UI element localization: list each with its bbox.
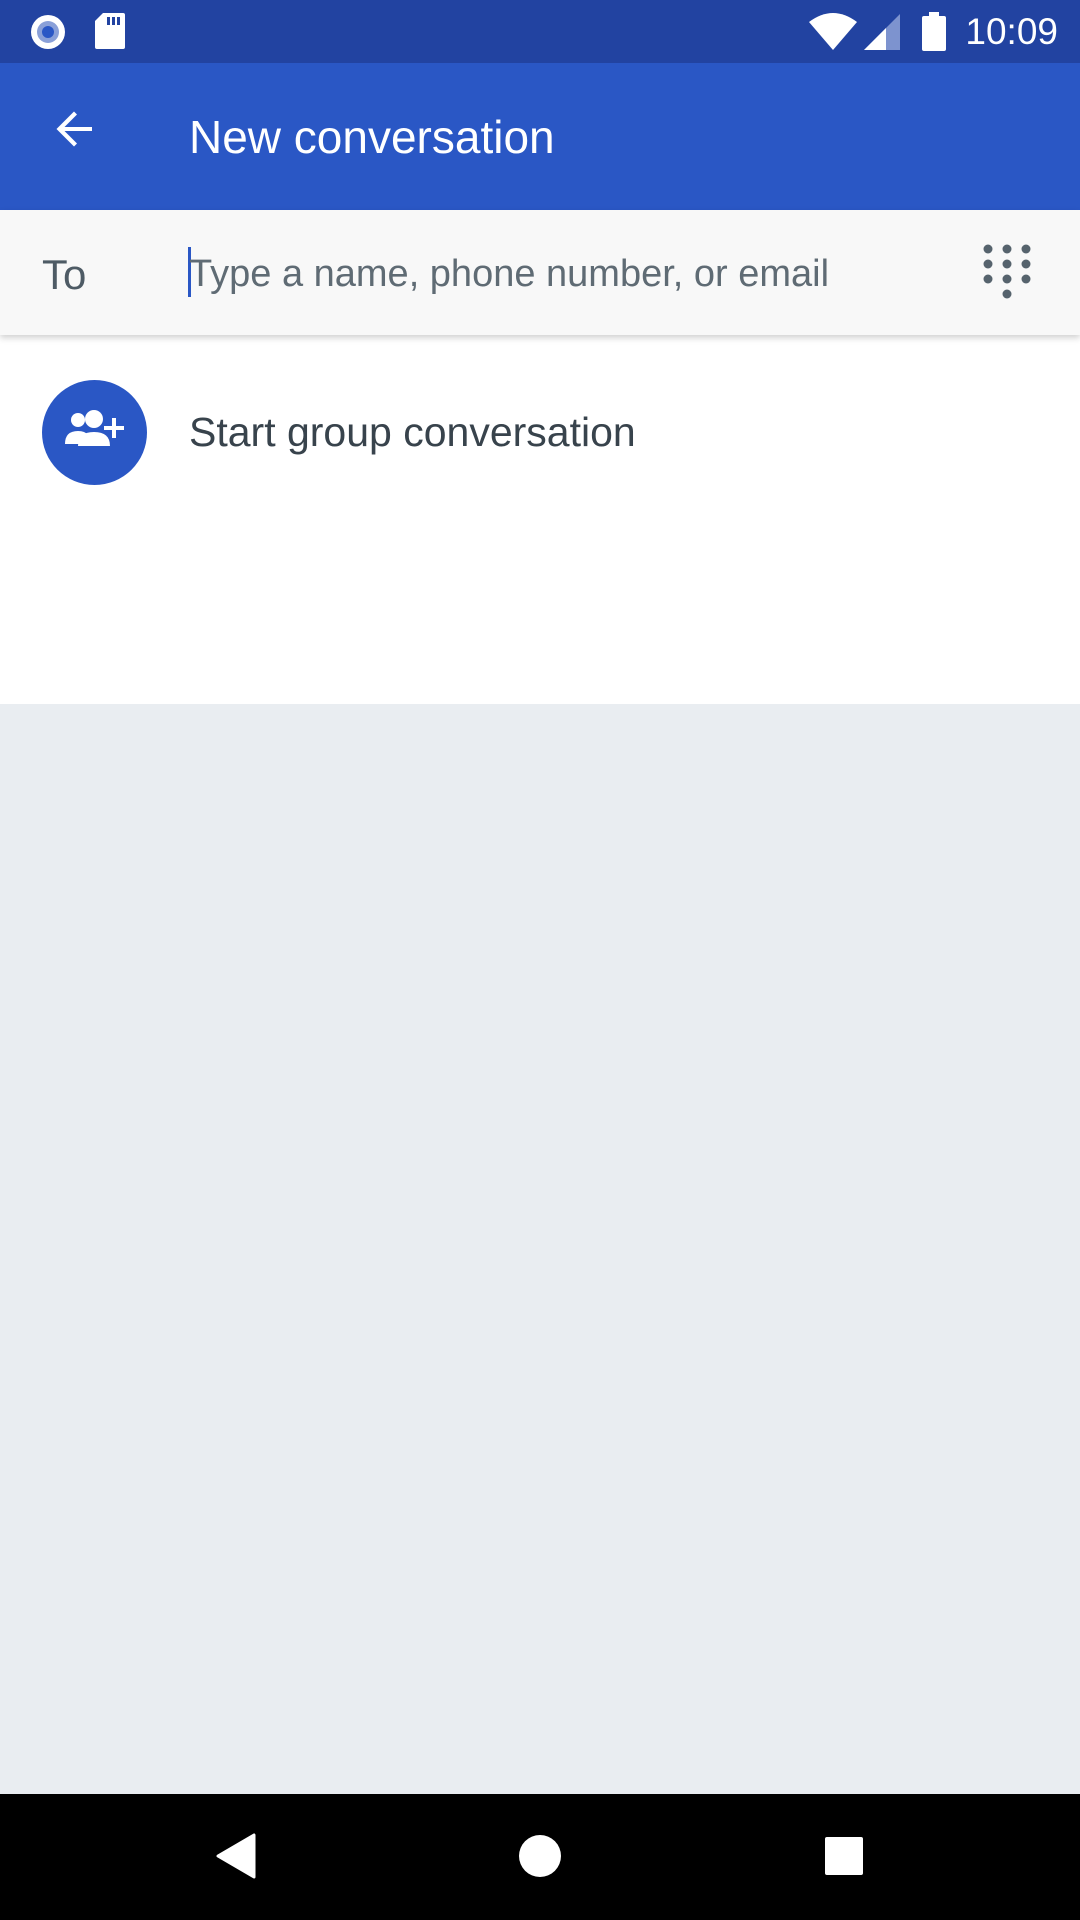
- contact-list: Start group conversation: [0, 335, 1080, 704]
- back-triangle-icon: [214, 1832, 258, 1885]
- status-bar: 10:09: [0, 0, 1080, 63]
- status-time: 10:09: [965, 11, 1058, 52]
- group-avatar: [42, 380, 147, 485]
- recents-square-icon: [823, 1835, 865, 1882]
- app-bar: New conversation: [0, 63, 1080, 210]
- to-label: To: [42, 251, 87, 298]
- home-circle-icon: [517, 1833, 563, 1884]
- sd-card-icon: [94, 12, 126, 55]
- dialpad-button[interactable]: [966, 240, 1048, 314]
- wifi-icon: [808, 12, 858, 57]
- start-group-conversation-label: Start group conversation: [189, 409, 636, 455]
- system-nav-bar: [0, 1794, 1080, 1920]
- battery-icon: [921, 12, 947, 57]
- nav-recents-button[interactable]: [808, 1822, 880, 1894]
- group-add-icon: [63, 408, 127, 457]
- recipient-input[interactable]: [189, 246, 949, 302]
- recipient-bar: To: [0, 210, 1080, 335]
- page-title: New conversation: [189, 111, 555, 163]
- record-icon: [28, 12, 68, 57]
- nav-back-button[interactable]: [200, 1822, 272, 1894]
- dialpad-icon: [966, 244, 1048, 318]
- cell-signal-icon: [862, 12, 902, 57]
- start-group-conversation-item[interactable]: Start group conversation: [0, 377, 1080, 497]
- back-button[interactable]: [28, 85, 120, 177]
- nav-home-button[interactable]: [504, 1822, 576, 1894]
- arrow-back-icon: [50, 105, 98, 158]
